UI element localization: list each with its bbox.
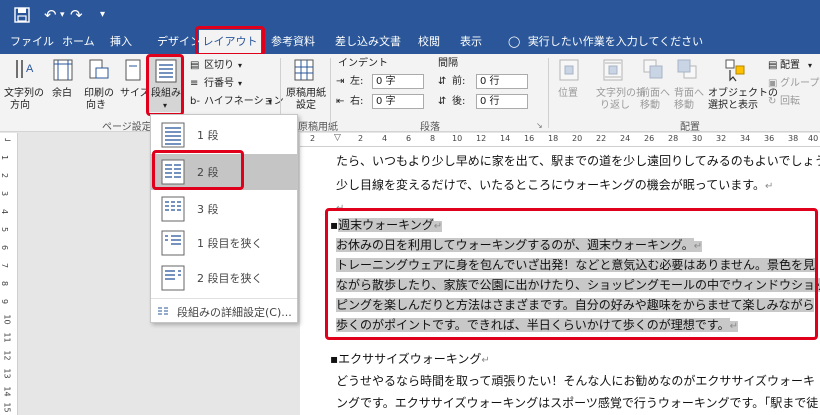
undo-dropdown-icon[interactable]: ▾ bbox=[60, 5, 65, 25]
selection-pane-icon[interactable] bbox=[724, 58, 746, 82]
one-column-icon bbox=[161, 122, 185, 148]
body-line: たら、いつもより少し早めに家を出て、駅までの道を少し遠回りしてみるのもよいでしょ… bbox=[336, 154, 820, 168]
lightbulb-icon: ◯ bbox=[508, 35, 521, 48]
size-icon bbox=[125, 59, 141, 81]
save-icon[interactable] bbox=[14, 7, 30, 23]
columns-settings-icon bbox=[158, 307, 168, 315]
group-button[interactable]: グループ化 bbox=[780, 78, 820, 90]
spacing-after-input[interactable]: 0 行 bbox=[476, 94, 528, 109]
paragraph-group-label: 段落 bbox=[420, 122, 440, 133]
highlight-columns-button bbox=[146, 54, 184, 116]
more-columns-option[interactable]: 段組みの詳細設定(C)... bbox=[151, 301, 297, 321]
columns-dropdown-menu: 1 段 2 段 3 段 1 段目を狭く 2 段目を狭く 段組みの詳細設定(C).… bbox=[150, 114, 298, 323]
spacing-before-icon: ⇵ bbox=[438, 76, 447, 87]
right-narrow-icon bbox=[161, 265, 185, 291]
page-setup-group-label: ページ設定 bbox=[102, 122, 152, 133]
body-line: ングです。エクササイズウォーキングはスポーツ感覚で行うウォーキングです。「駅まで… bbox=[336, 396, 819, 410]
spacing-after-icon: ⇵ bbox=[438, 96, 447, 107]
columns-option-left[interactable]: 1 段目を狭く bbox=[151, 225, 297, 261]
columns-option-1[interactable]: 1 段 bbox=[151, 117, 297, 153]
vertical-ruler: ⌙ 1 2 3 4 5 6 7 8 9 10 11 12 13 14 15 bbox=[0, 133, 18, 415]
margins-icon bbox=[53, 59, 73, 81]
highlight-two-columns bbox=[152, 150, 244, 190]
indent-right-input[interactable]: 0 字 bbox=[372, 94, 424, 109]
send-backward-icon[interactable] bbox=[676, 58, 698, 82]
tab-home[interactable]: ホーム bbox=[62, 30, 95, 54]
title-bar: ↶ ▾ ↷ ▾ bbox=[0, 0, 820, 30]
highlight-selected-paragraph bbox=[325, 208, 818, 340]
tab-insert[interactable]: 挿入 bbox=[110, 30, 132, 54]
tab-file[interactable]: ファイル bbox=[10, 30, 54, 54]
indent-marker[interactable]: ▽ bbox=[334, 133, 341, 143]
indent-right-icon: ⇤ bbox=[336, 96, 345, 107]
redo-icon[interactable]: ↷ bbox=[70, 5, 83, 25]
arrange-group-label: 配置 bbox=[680, 122, 700, 133]
tell-me-box[interactable]: ◯ 実行したい作業を入力してください bbox=[508, 30, 703, 54]
bring-forward-icon[interactable] bbox=[642, 58, 664, 82]
rotate-button[interactable]: 回転 bbox=[780, 96, 800, 108]
line-numbers-icon: ≡ bbox=[190, 78, 199, 89]
body-line: どうせやるなら時間を取って頑張りたい！そんな人にお勧めなのがエクササイズウォーキ bbox=[336, 374, 816, 388]
rotate-icon: ↻ bbox=[768, 96, 777, 107]
tab-mailings[interactable]: 差し込み文書 bbox=[335, 30, 401, 54]
group-icon: ▣ bbox=[768, 78, 778, 89]
columns-option-right[interactable]: 2 段目を狭く bbox=[151, 260, 297, 296]
tab-view[interactable]: 表示 bbox=[460, 30, 482, 54]
columns-option-3[interactable]: 3 段 bbox=[151, 191, 297, 227]
ribbon-tabs: ファイル ホーム 挿入 デザイン レイアウト 参考資料 差し込み文書 校閲 表示… bbox=[0, 30, 820, 54]
indent-left-icon: ⇥ bbox=[336, 76, 345, 87]
manuscript-group-label: 原稿用紙 bbox=[298, 122, 338, 133]
manuscript-icon bbox=[294, 59, 314, 81]
position-icon[interactable] bbox=[558, 58, 580, 82]
three-columns-icon bbox=[161, 196, 185, 222]
paragraph-launcher-icon[interactable]: ↘ bbox=[536, 120, 543, 132]
orientation-icon bbox=[89, 59, 109, 79]
indent-label: インデント bbox=[338, 58, 388, 69]
tab-selector-icon[interactable]: ⌙ bbox=[4, 135, 12, 145]
indent-left-input[interactable]: 0 字 bbox=[372, 74, 424, 89]
breaks-icon: ▤ bbox=[190, 60, 200, 71]
undo-icon[interactable]: ↶ bbox=[44, 5, 57, 25]
wrap-text-icon[interactable] bbox=[602, 58, 624, 82]
svg-text:A: A bbox=[26, 63, 34, 75]
section-heading: ▪エクササイズウォーキング↵ bbox=[330, 352, 490, 366]
text-direction-icon: A bbox=[16, 60, 34, 78]
align-button[interactable]: 配置 bbox=[780, 60, 800, 72]
tab-review[interactable]: 校閲 bbox=[418, 30, 440, 54]
customize-qat-icon[interactable]: ▾ bbox=[100, 5, 105, 25]
align-icon: ▤ bbox=[768, 60, 778, 71]
left-narrow-icon bbox=[161, 230, 185, 256]
hyphenation-icon: b‐ bbox=[190, 96, 200, 107]
highlight-layout-tab bbox=[195, 26, 265, 56]
horizontal-ruler: 2 ▽ 2 4 6 8 10 12 14 16 18 20 22 24 26 2… bbox=[300, 133, 820, 147]
spacing-before-input[interactable]: 0 行 bbox=[476, 74, 528, 89]
body-line: 少し目線を変えるだけで、いたるところにウォーキングの機会が眠っています。↵ bbox=[336, 178, 774, 192]
ribbon: A 文字列の 方向 余白 印刷の 向き サイズ 段組み ▾ ▤ 区切り ▾ ≡ … bbox=[0, 54, 820, 133]
tab-references[interactable]: 参考資料 bbox=[271, 30, 315, 54]
spacing-label: 間隔 bbox=[438, 58, 458, 69]
